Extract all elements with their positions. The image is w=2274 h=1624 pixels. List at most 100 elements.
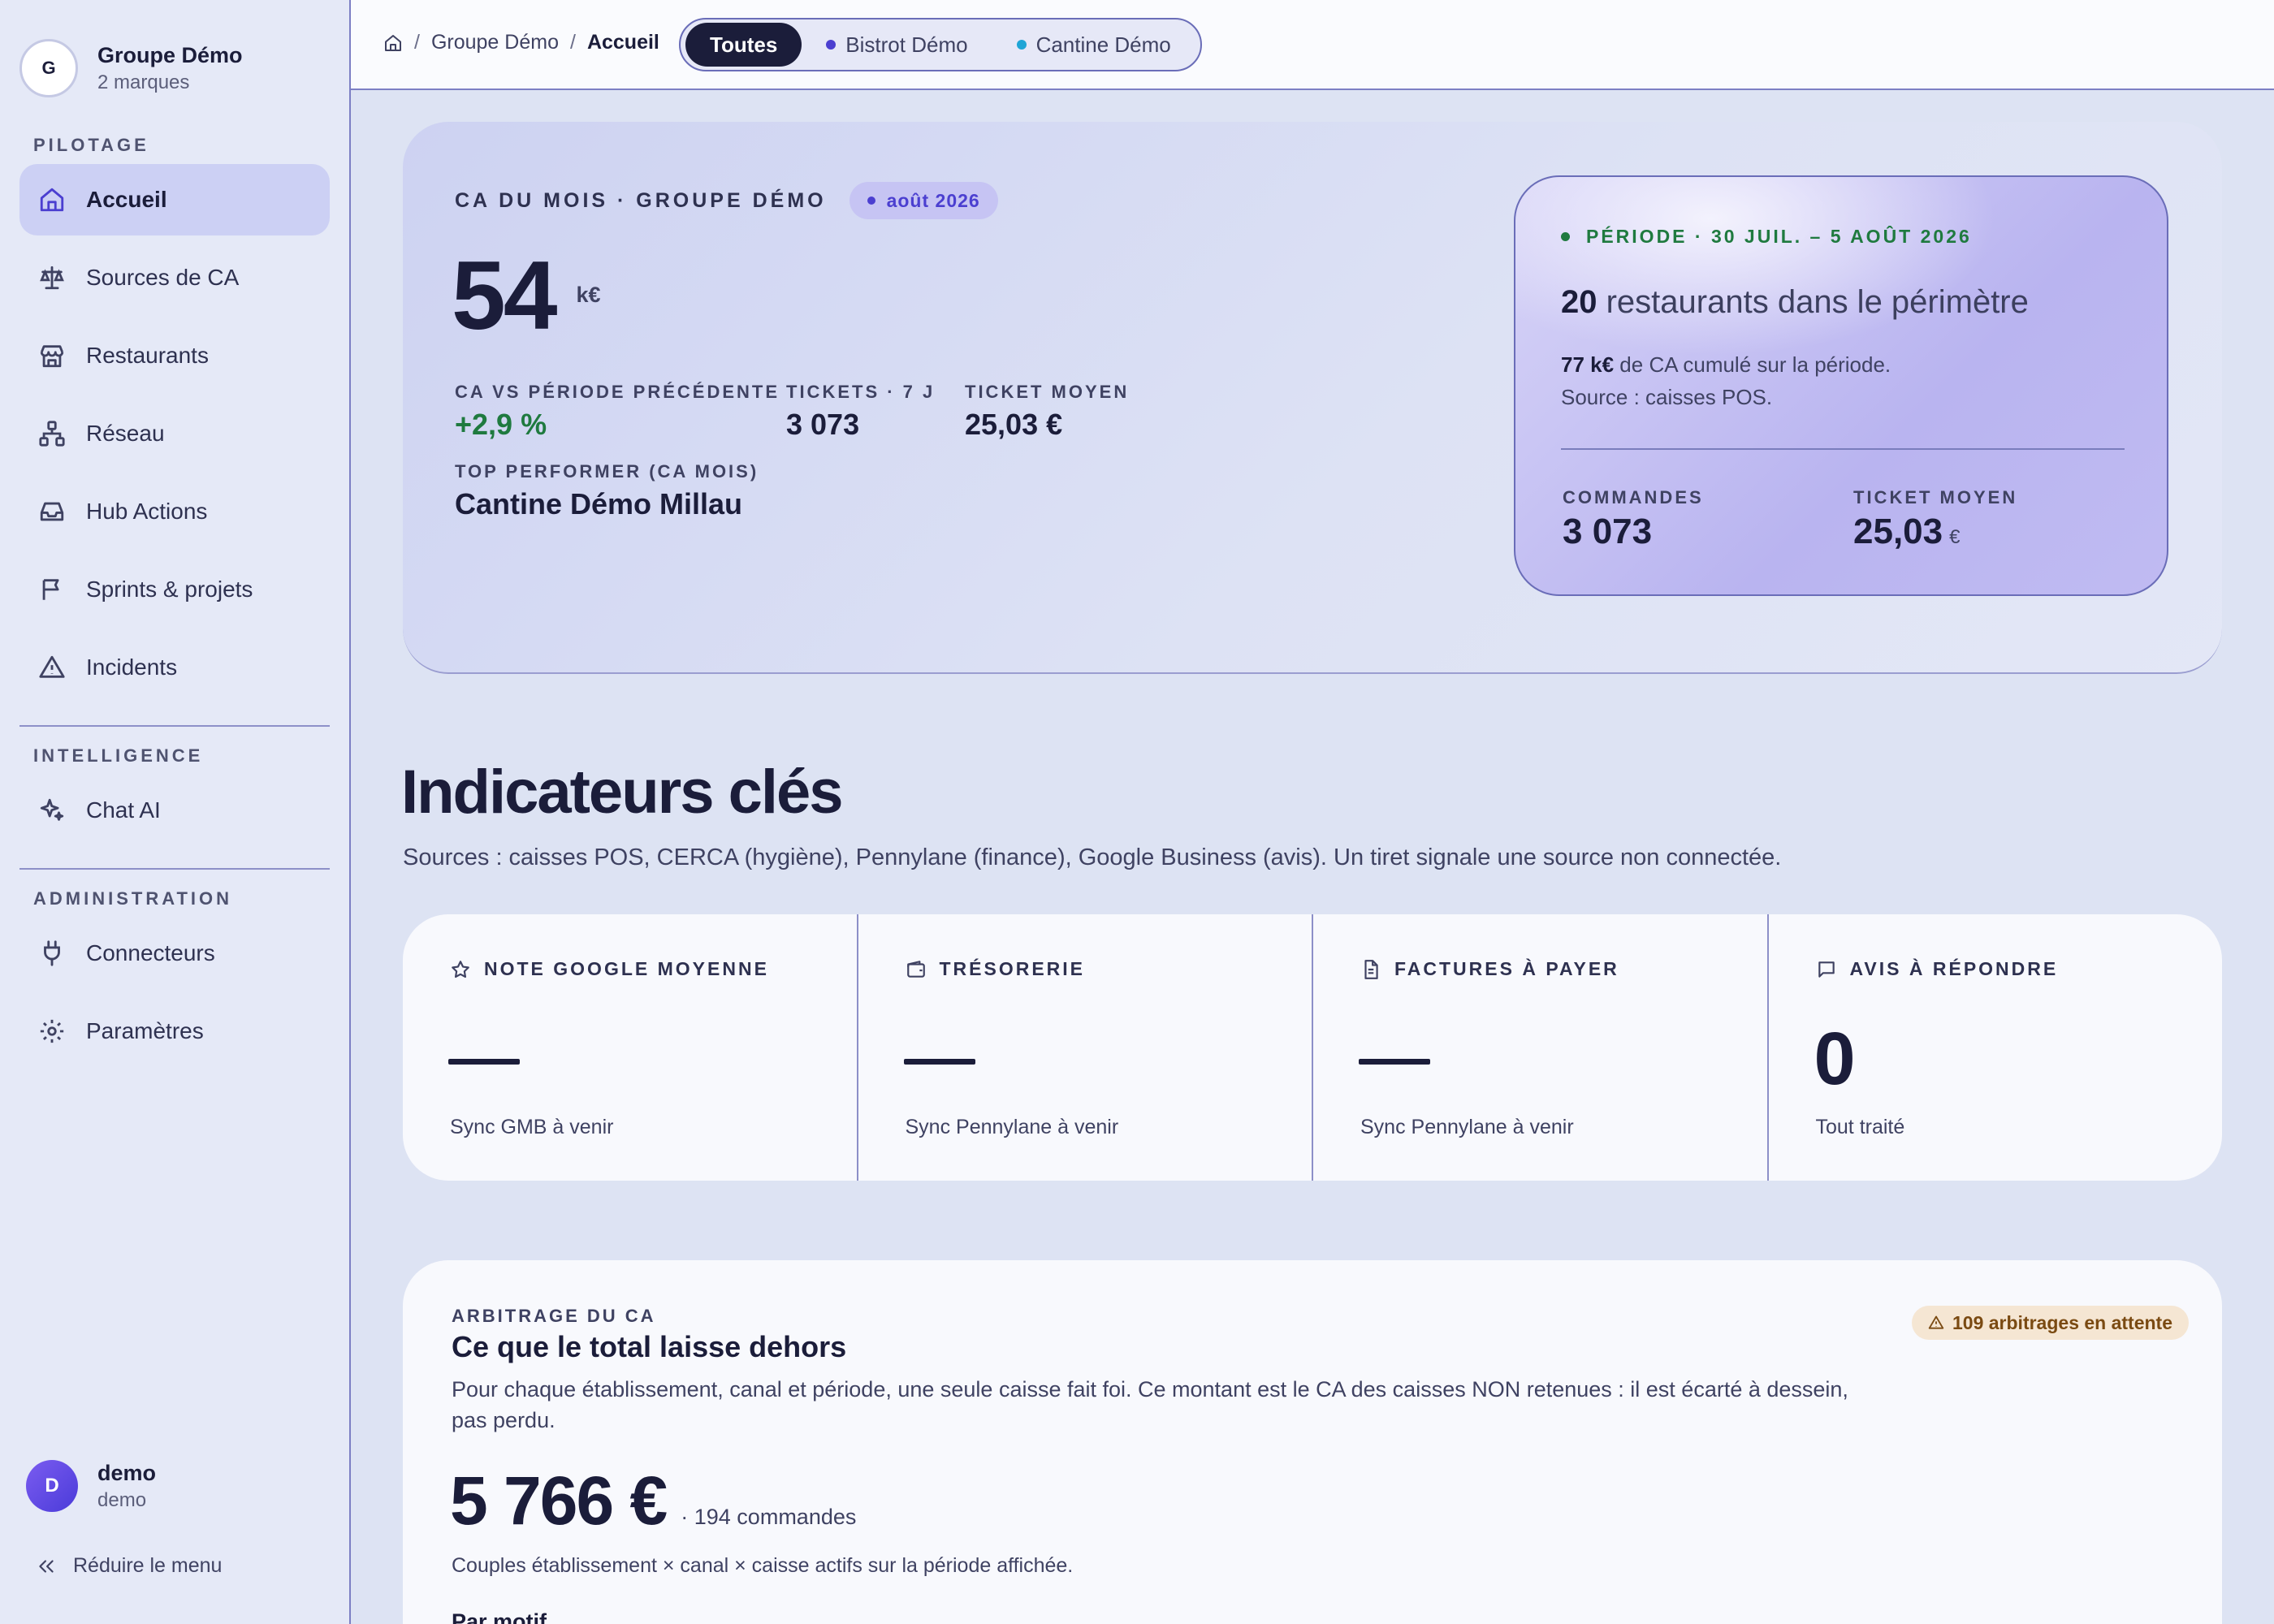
month-dot bbox=[867, 197, 875, 205]
brand-color-dot bbox=[1016, 40, 1027, 50]
sidebar-item-chat-ai[interactable]: Chat AI bbox=[19, 775, 330, 846]
arbitration-note: Couples établissement × canal × caisse a… bbox=[452, 1554, 1074, 1577]
brand-filter-all[interactable]: Toutes bbox=[685, 23, 802, 67]
indicator-empty-dash bbox=[1359, 1059, 1430, 1065]
avatar: D bbox=[26, 1460, 78, 1512]
top-performer-name[interactable]: Cantine Démo Millau bbox=[455, 487, 759, 521]
kpi-revenue-variation: CA VS PÉRIODE PRÉCÉDENTE +2,9 % bbox=[455, 382, 780, 442]
brand-color-dot bbox=[826, 40, 837, 50]
indicator-footnote: Tout traité bbox=[1815, 1116, 1905, 1138]
section-title-indicators: Indicateurs clés bbox=[401, 758, 843, 827]
section-subtitle-indicators: Sources : caisses POS, CERCA (hygiène), … bbox=[403, 844, 1782, 870]
sidebar-item-hub-actions[interactable]: Hub Actions bbox=[19, 476, 330, 547]
home-icon[interactable] bbox=[383, 33, 403, 53]
kpi-value: 3 073 bbox=[786, 408, 860, 441]
monthly-revenue-unit: k€ bbox=[576, 283, 601, 307]
month-badge[interactable]: août 2026 bbox=[849, 182, 998, 219]
indicator-invoices-to-pay[interactable]: FACTURES À PAYER Sync Pennylane à venir bbox=[1313, 914, 1769, 1181]
sidebar-item-sprints[interactable]: Sprints & projets bbox=[19, 554, 330, 625]
sidebar-item-reseau[interactable]: Réseau bbox=[19, 398, 330, 469]
sidebar-item-label: Chat AI bbox=[86, 797, 161, 823]
kpi-tickets: TICKETS · 7 J 3 073 bbox=[786, 382, 935, 442]
scale-icon bbox=[36, 261, 68, 294]
kpi-label: TICKETS · 7 J bbox=[786, 382, 936, 402]
by-reason-heading: Par motif bbox=[452, 1609, 547, 1624]
indicator-footnote: Sync GMB à venir bbox=[450, 1116, 614, 1138]
topbar: / Groupe Démo / Accueil Toutes Bistrot D… bbox=[351, 0, 2274, 90]
sparkles-icon bbox=[36, 794, 68, 827]
sidebar-item-restaurants[interactable]: Restaurants bbox=[19, 320, 330, 391]
indicator-footnote: Sync Pennylane à venir bbox=[1360, 1116, 1574, 1138]
indicator-empty-dash bbox=[448, 1059, 520, 1065]
chevrons-left-icon bbox=[36, 1556, 57, 1577]
period-cumulative-line: 77 k€ de CA cumulé sur la période. bbox=[1561, 352, 1891, 378]
collapse-label: Réduire le menu bbox=[73, 1554, 223, 1577]
currency-unit: € bbox=[1949, 526, 1961, 548]
key-indicators-card: NOTE GOOGLE MOYENNE Sync GMB à venir TRÉ… bbox=[403, 914, 2222, 1181]
sidebar-item-label: Incidents bbox=[86, 654, 178, 680]
excluded-revenue-value: 5 766 € bbox=[450, 1462, 668, 1539]
sidebar-item-incidents[interactable]: Incidents bbox=[19, 632, 330, 703]
kpi-value: +2,9 % bbox=[455, 408, 547, 441]
user-menu[interactable]: D demo demo bbox=[26, 1460, 156, 1512]
message-icon bbox=[1816, 959, 1837, 980]
indicator-google-rating[interactable]: NOTE GOOGLE MOYENNE Sync GMB à venir bbox=[403, 914, 858, 1181]
sidebar-item-connecteurs[interactable]: Connecteurs bbox=[19, 918, 330, 989]
stat-value: 3 073 bbox=[1563, 512, 1653, 551]
home-icon bbox=[36, 184, 68, 216]
network-icon bbox=[36, 417, 68, 450]
collapse-menu-button[interactable]: Réduire le menu bbox=[36, 1554, 222, 1578]
breadcrumb-separator: / bbox=[569, 31, 576, 54]
breadcrumb-current: Accueil bbox=[586, 31, 659, 54]
section-title-intelligence: INTELLIGENCE bbox=[33, 745, 204, 766]
org-avatar: G bbox=[19, 39, 78, 97]
brand-filter-cantine[interactable]: Cantine Démo bbox=[992, 23, 1195, 67]
sidebar-item-label: Restaurants bbox=[86, 343, 209, 368]
period-summary-card: PÉRIODE · 30 JUIL. – 5 AOÛT 2026 20 rest… bbox=[1514, 175, 2168, 596]
indicator-value: 0 bbox=[1814, 1017, 1856, 1100]
period-status-dot bbox=[1561, 232, 1570, 241]
revenue-hero-card: CA DU MOIS · GROUPE DÉMO août 2026 54 k€… bbox=[403, 122, 2222, 674]
sidebar-item-label: Accueil bbox=[86, 187, 167, 212]
brand-filter-label: Cantine Démo bbox=[1035, 32, 1171, 57]
period-label: PÉRIODE · 30 JUIL. – 5 AOÛT 2026 bbox=[1586, 226, 1972, 247]
brand-switcher: Toutes Bistrot Démo Cantine Démo bbox=[679, 18, 1202, 71]
kpi-top-performer: TOP PERFORMER (CA MOIS) Cantine Démo Mil… bbox=[455, 461, 759, 521]
indicator-footnote: Sync Pennylane à venir bbox=[905, 1116, 1119, 1138]
breadcrumb-separator: / bbox=[414, 31, 420, 54]
arbitration-title: Ce que le total laisse dehors bbox=[452, 1330, 847, 1363]
indicator-treasury[interactable]: TRÉSORERIE Sync Pennylane à venir bbox=[858, 914, 1313, 1181]
period-average-ticket: TICKET MOYEN 25,03 € bbox=[1853, 487, 2017, 552]
alert-triangle-icon bbox=[1928, 1315, 1944, 1331]
wallet-icon bbox=[906, 959, 927, 980]
period-title-text: restaurants dans le périmètre bbox=[1597, 284, 2029, 320]
cumulative-revenue: 77 k€ bbox=[1561, 352, 1615, 377]
average-ticket-value: 25,03 bbox=[1853, 512, 1943, 551]
user-role: demo bbox=[97, 1488, 147, 1511]
breadcrumb-org[interactable]: Groupe Démo bbox=[431, 31, 559, 54]
kpi-value: 25,03 € bbox=[965, 408, 1063, 441]
inbox-icon bbox=[36, 495, 68, 528]
alert-triangle-icon bbox=[36, 651, 68, 684]
period-orders: COMMANDES 3 073 bbox=[1563, 487, 1704, 552]
indicator-reviews-to-answer[interactable]: AVIS À RÉPONDRE 0 Tout traité bbox=[1769, 914, 2223, 1181]
brand-filter-label: Bistrot Démo bbox=[845, 32, 968, 57]
monthly-revenue-value: 54 bbox=[452, 241, 557, 350]
sidebar-item-parametres[interactable]: Paramètres bbox=[19, 996, 330, 1067]
badge-label: 109 arbitrages en attente bbox=[1952, 1311, 2173, 1333]
sidebar-item-accueil[interactable]: Accueil bbox=[19, 164, 330, 235]
sidebar-item-sources-ca[interactable]: Sources de CA bbox=[19, 242, 330, 313]
pending-arbitrations-badge[interactable]: 109 arbitrages en attente bbox=[1912, 1306, 2190, 1340]
sidebar-divider bbox=[19, 725, 330, 727]
section-title-pilotage: PILOTAGE bbox=[33, 135, 149, 155]
brand-filter-bistrot[interactable]: Bistrot Démo bbox=[802, 23, 992, 67]
sidebar-divider bbox=[19, 868, 330, 870]
org-brand-count: 2 marques bbox=[97, 71, 190, 93]
sidebar-item-label: Sprints & projets bbox=[86, 577, 253, 602]
org-switcher[interactable]: G Groupe Démo 2 marques bbox=[19, 39, 243, 97]
hero-kicker: CA DU MOIS · GROUPE DÉMO bbox=[455, 188, 827, 212]
kpi-label: TOP PERFORMER (CA MOIS) bbox=[455, 461, 759, 482]
kpi-label: CA VS PÉRIODE PRÉCÉDENTE bbox=[455, 382, 780, 402]
arbitration-kicker: ARBITRAGE DU CA bbox=[452, 1306, 656, 1326]
sidebar-item-label: Paramètres bbox=[86, 1018, 204, 1043]
